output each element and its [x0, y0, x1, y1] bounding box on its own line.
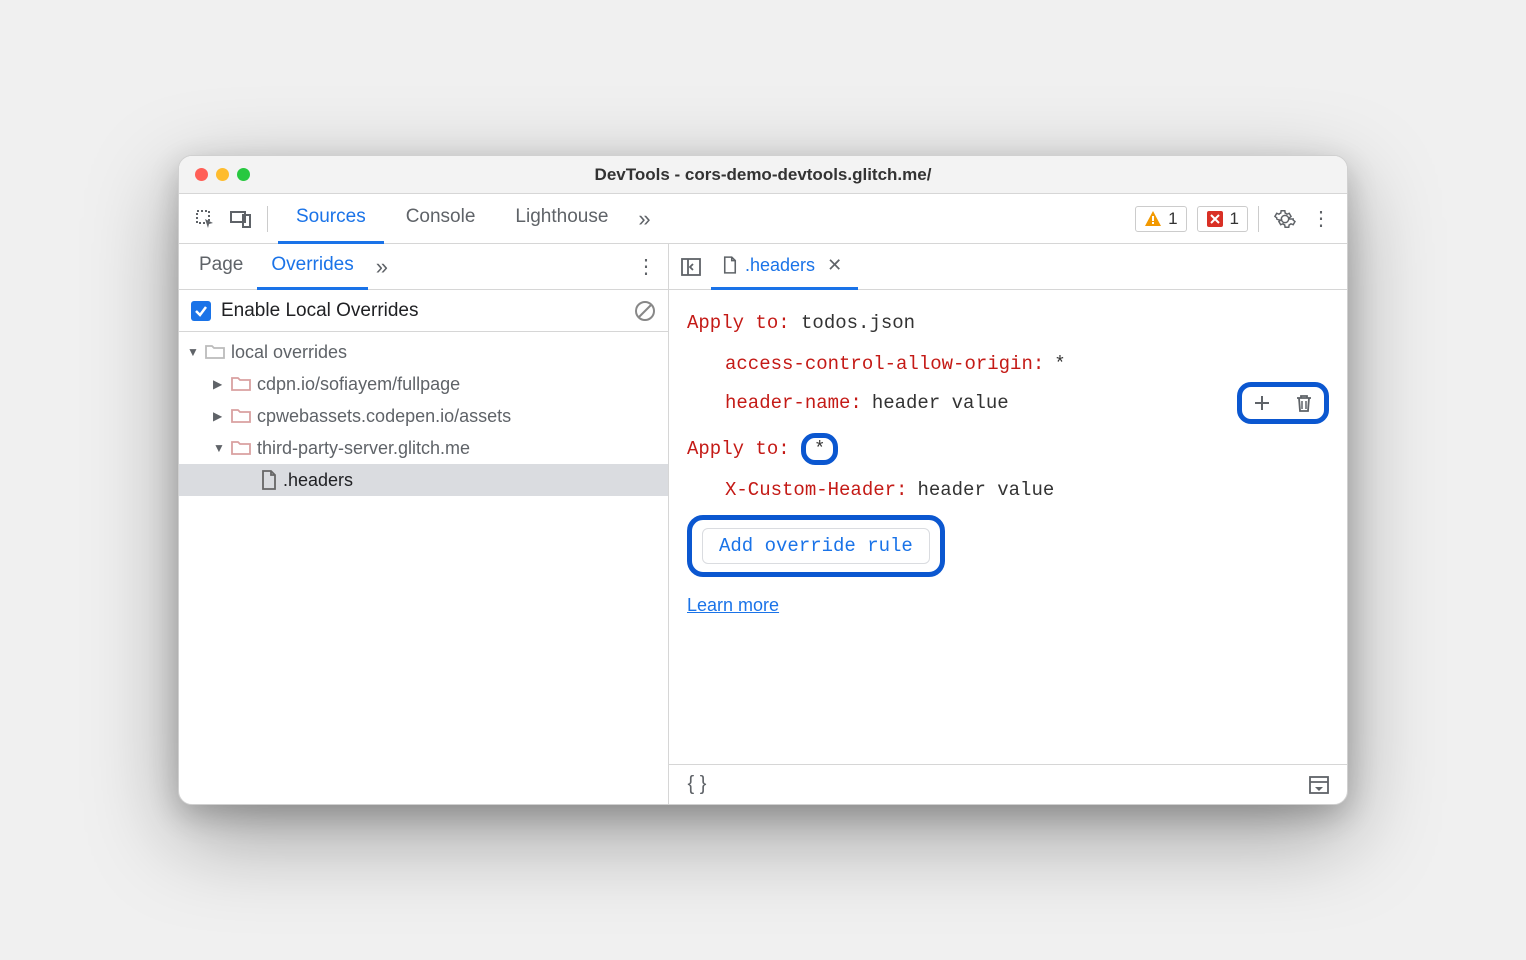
folder-icon [231, 440, 251, 456]
tab-lighthouse[interactable]: Lighthouse [497, 194, 626, 244]
tree-folder[interactable]: ▼ third-party-server.glitch.me [179, 432, 668, 464]
toggle-navigator-icon[interactable] [675, 258, 707, 276]
tab-sources[interactable]: Sources [278, 194, 384, 244]
apply-to-label: Apply to [687, 312, 778, 334]
add-rule-highlight: Add override rule [687, 515, 945, 577]
right-panel: .headers ✕ Apply to: todos.json access-c… [669, 244, 1347, 804]
tree-folder-label: cdpn.io/sofiayem/fullpage [257, 374, 460, 395]
more-tabs-icon[interactable]: » [630, 206, 658, 232]
add-override-rule-button[interactable]: Add override rule [702, 528, 930, 564]
main-toolbar: Sources Console Lighthouse » 1 1 ⋮ [179, 194, 1347, 244]
header-value[interactable]: header value [872, 386, 1009, 421]
delete-header-icon[interactable] [1290, 389, 1318, 417]
errors-count: 1 [1230, 209, 1239, 229]
inspect-element-icon[interactable] [189, 203, 221, 235]
warnings-badge[interactable]: 1 [1135, 206, 1186, 232]
enable-overrides-label: Enable Local Overrides [221, 300, 419, 322]
tab-overrides[interactable]: Overrides [257, 244, 367, 290]
separator [1258, 206, 1259, 232]
apply-to-label: Apply to [687, 438, 778, 460]
tree-folder[interactable]: ▶ cdpn.io/sofiayem/fullpage [179, 368, 668, 400]
header-actions-highlight [1237, 382, 1329, 424]
left-kebab-icon[interactable]: ⋮ [630, 254, 662, 279]
apply-to-target[interactable]: * [814, 438, 825, 460]
enable-overrides-checkbox[interactable] [191, 301, 211, 321]
chevron-right-icon: ▶ [213, 409, 225, 423]
maximize-window-button[interactable] [237, 168, 250, 181]
close-window-button[interactable] [195, 168, 208, 181]
header-value[interactable]: * [1054, 347, 1065, 382]
folder-icon [231, 408, 251, 424]
chevron-down-icon: ▼ [187, 345, 199, 359]
folder-icon [231, 376, 251, 392]
header-name[interactable]: access-control-allow-origin [725, 353, 1033, 375]
window-title: DevTools - cors-demo-devtools.glitch.me/ [179, 165, 1347, 185]
tab-console[interactable]: Console [388, 194, 494, 244]
error-icon [1206, 210, 1224, 228]
device-toggle-icon[interactable] [225, 203, 257, 235]
warning-icon [1144, 210, 1162, 228]
editor-footer: { } [669, 764, 1347, 804]
tree-folder[interactable]: ▶ cpwebassets.codepen.io/assets [179, 400, 668, 432]
tree-folder-label: third-party-server.glitch.me [257, 438, 470, 459]
left-tabs: Page Overrides » ⋮ [179, 244, 668, 290]
clear-overrides-icon[interactable] [634, 300, 656, 322]
file-icon [723, 256, 737, 274]
left-panel: Page Overrides » ⋮ Enable Local Override… [179, 244, 669, 804]
file-tree: ▼ local overrides ▶ cdpn.io/sofiayem/ful… [179, 332, 668, 804]
tree-file-headers[interactable]: .headers [179, 464, 668, 496]
header-name[interactable]: header-name [725, 392, 850, 414]
headers-editor: Apply to: todos.json access-control-allo… [669, 290, 1347, 764]
more-left-tabs-icon[interactable]: » [368, 254, 396, 280]
separator [267, 206, 268, 232]
file-tab-headers[interactable]: .headers ✕ [711, 244, 858, 290]
file-tabs: .headers ✕ [669, 244, 1347, 290]
chevron-down-icon: ▼ [213, 441, 225, 455]
folder-icon [205, 344, 225, 360]
file-tab-label: .headers [745, 255, 815, 276]
learn-more-link[interactable]: Learn more [687, 589, 779, 622]
file-icon [261, 470, 277, 490]
errors-badge[interactable]: 1 [1197, 206, 1248, 232]
warnings-count: 1 [1168, 209, 1177, 229]
tree-file-label: .headers [283, 470, 353, 491]
chevron-right-icon: ▶ [213, 377, 225, 391]
header-value[interactable]: header value [917, 473, 1054, 508]
enable-overrides-row: Enable Local Overrides [179, 290, 668, 332]
kebab-menu-icon[interactable]: ⋮ [1305, 206, 1337, 231]
traffic-lights [195, 168, 250, 181]
titlebar: DevTools - cors-demo-devtools.glitch.me/ [179, 156, 1347, 194]
pretty-print-icon[interactable]: { } [681, 769, 713, 801]
dock-icon[interactable] [1303, 769, 1335, 801]
wildcard-highlight: * [801, 433, 838, 465]
tree-root[interactable]: ▼ local overrides [179, 336, 668, 368]
header-name[interactable]: X-Custom-Header [725, 479, 896, 501]
tree-root-label: local overrides [231, 342, 347, 363]
add-header-icon[interactable] [1248, 389, 1276, 417]
close-tab-icon[interactable]: ✕ [823, 255, 846, 276]
tab-page[interactable]: Page [185, 244, 257, 290]
apply-to-target[interactable]: todos.json [801, 312, 915, 334]
devtools-window: DevTools - cors-demo-devtools.glitch.me/… [178, 155, 1348, 805]
tree-folder-label: cpwebassets.codepen.io/assets [257, 406, 511, 427]
minimize-window-button[interactable] [216, 168, 229, 181]
settings-icon[interactable] [1269, 203, 1301, 235]
